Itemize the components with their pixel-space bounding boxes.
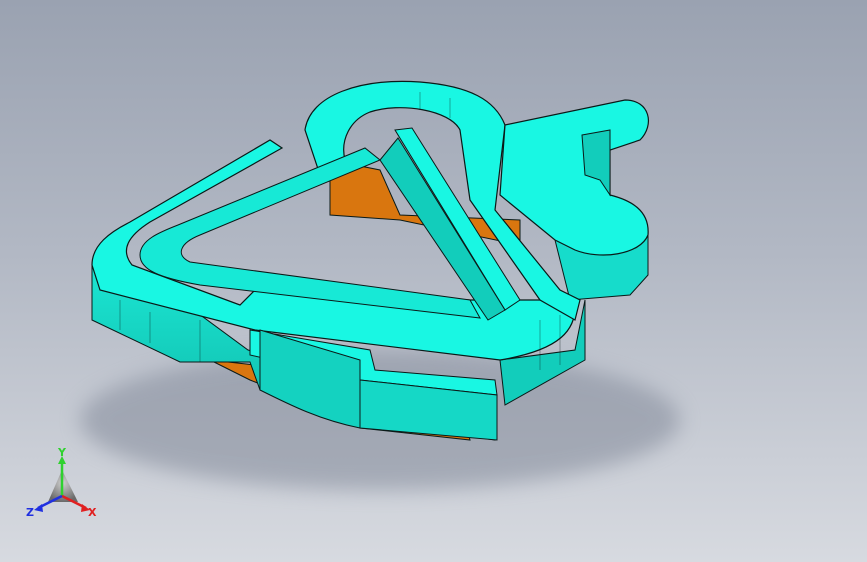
x-axis-label: X: [88, 506, 97, 519]
z-axis-label: Z: [26, 506, 34, 519]
graphics-viewport[interactable]: Y X Z: [0, 0, 867, 562]
y-axis-label: Y: [57, 448, 67, 459]
flag-top: [499, 99, 649, 256]
coordinate-triad: Y X Z: [26, 448, 97, 519]
z-axis-arrow-icon: [34, 504, 43, 512]
3d-part-model[interactable]: [0, 0, 867, 562]
